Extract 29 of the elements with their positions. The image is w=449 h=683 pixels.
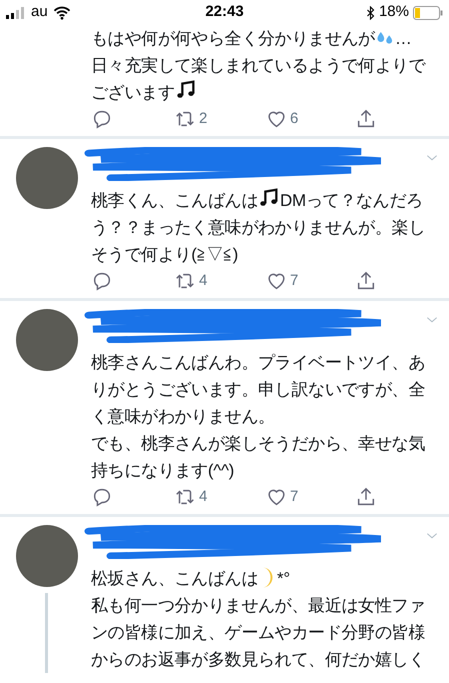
- like-count: 6: [290, 108, 298, 129]
- tweet-text: 松坂さん、こんばんは *°: [91, 566, 291, 590]
- battery-percent: 18%: [378, 2, 409, 22]
- retweet-count: 2: [199, 108, 208, 129]
- crescent-moon-icon: [262, 567, 274, 588]
- music-note-icon: [174, 79, 197, 101]
- retweet-count: 4: [199, 486, 208, 507]
- tweet-text: 桃李くん、こんばんは DMって？なんだろう？？まったく意味がわかりませんが。楽しそうで何より(≧▽≦): [91, 187, 441, 268]
- tweet-text: 私も何一つ分かりませんが、最近は女性ファンの皆様に加え、ゲームやカード分野の皆様からのお返事が多数見られて、何だか嬉しく: [91, 595, 426, 671]
- reply-icon[interactable]: [91, 486, 113, 508]
- battery-icon: [413, 6, 443, 20]
- bluetooth-icon: [366, 6, 375, 20]
- signal-icon: [6, 6, 26, 18]
- share-icon[interactable]: [355, 108, 377, 130]
- reply-icon[interactable]: [91, 270, 113, 292]
- tweet-text: もはや何が何やら全く分かりませんが …: [91, 26, 413, 50]
- wifi-icon: [52, 6, 71, 20]
- share-icon[interactable]: [355, 270, 377, 292]
- clock: 22:43: [205, 2, 244, 22]
- music-note-icon: [258, 187, 280, 209]
- like-count: 7: [290, 270, 298, 291]
- retweet-count: 4: [199, 270, 208, 291]
- tweet-text: 日々充実して楽しまれているようで何よりでございます: [91, 55, 427, 104]
- reply-icon[interactable]: [91, 108, 113, 130]
- carrier-name: au: [31, 2, 48, 22]
- share-icon[interactable]: [355, 486, 377, 508]
- tweet-text: でも、桃李さんが楽しそうだから、幸せな気持ちになります(^^): [91, 433, 426, 482]
- tweet-text: 桃李さんこんばんわ。プライベートツイ、ありがとうございます。申し訳ないですが、全く意味がわかりません。: [91, 352, 426, 428]
- like-count: 7: [290, 486, 298, 507]
